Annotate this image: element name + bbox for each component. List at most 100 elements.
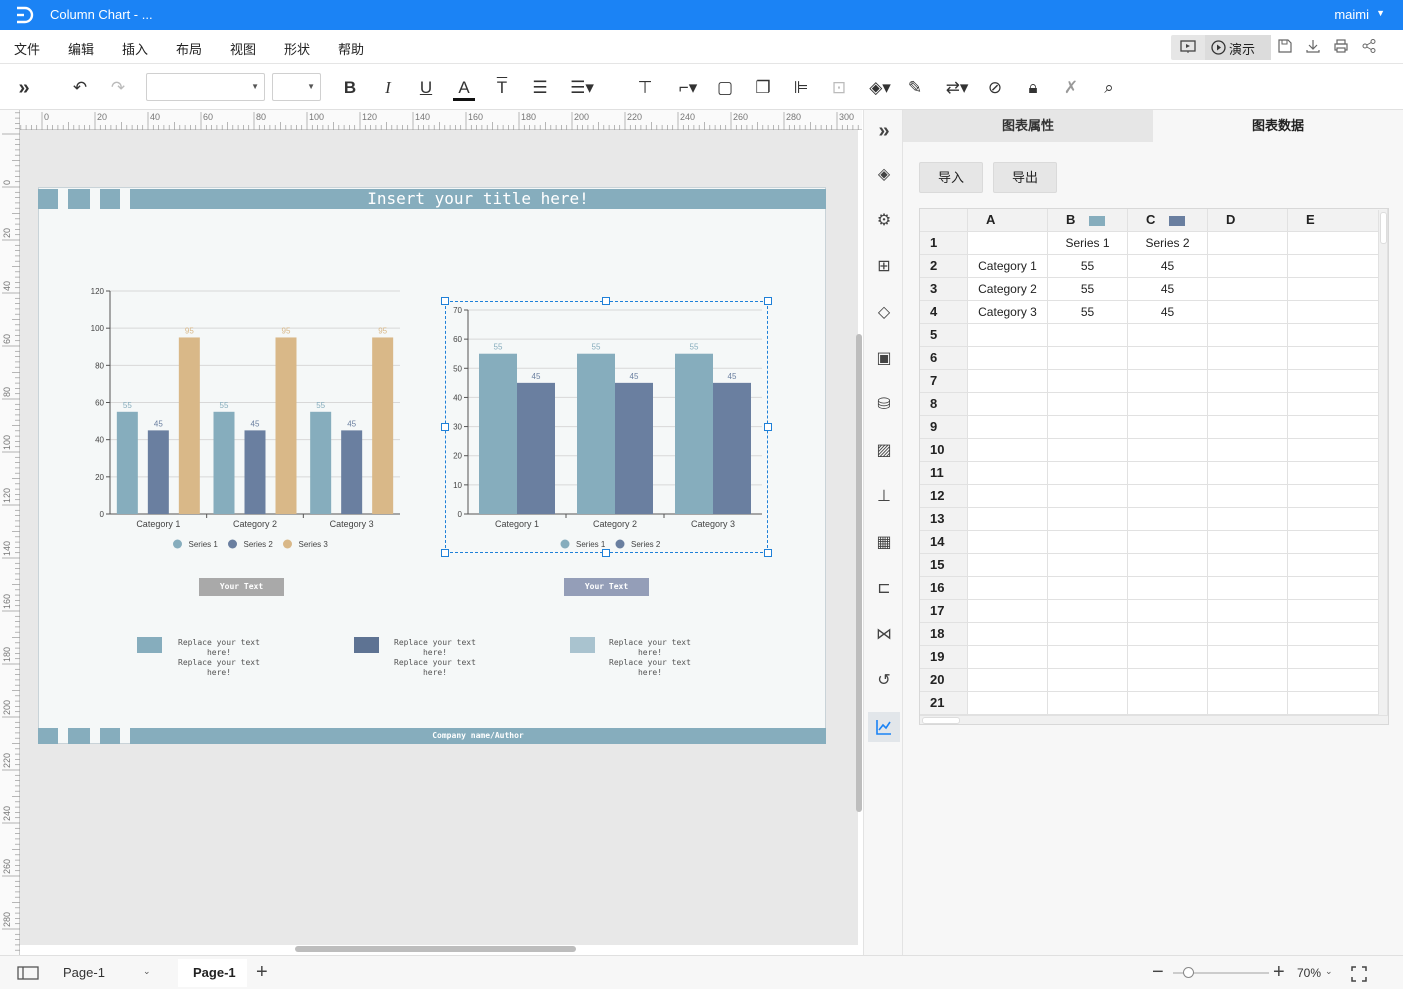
resize-handle[interactable] [441,297,449,305]
menu-layout[interactable]: 布局 [176,39,202,58]
row-header[interactable]: 17 [920,600,968,623]
menu-shape[interactable]: 形状 [284,39,310,58]
table-cell[interactable] [1208,255,1288,278]
table-cell[interactable]: 55 [1048,301,1128,324]
line-spacing-icon[interactable]: ☰▾ [567,77,597,99]
data-grid[interactable]: A B C D E 1 Series 1 Series 2 2 Category 1 55 45 3 Ca… [919,208,1389,725]
pen-icon[interactable]: ✎ [904,77,926,99]
table-cell[interactable] [1208,600,1288,623]
table-cell[interactable] [1288,439,1388,462]
font-family-select[interactable]: ▼ [146,73,265,101]
search-icon[interactable]: ⌕ [1098,77,1120,99]
connector-icon[interactable]: ⌐▾ [674,77,702,99]
grid-vertical-scrollbar[interactable] [1378,210,1387,715]
presentation-icon[interactable]: ▣ [873,348,895,370]
row-header[interactable]: 3 [920,278,968,301]
table-cell[interactable] [1128,508,1208,531]
table-cell[interactable] [1208,531,1288,554]
row-header[interactable]: 19 [920,646,968,669]
table-cell[interactable] [1288,600,1388,623]
chart-tool-active[interactable] [868,712,900,742]
page-selector[interactable]: Page-1 [63,965,105,980]
table-cell[interactable] [1128,370,1208,393]
table-cell[interactable] [1128,347,1208,370]
import-button[interactable]: 导入 [919,162,983,193]
app-logo-icon[interactable] [14,5,36,25]
tools-icon[interactable]: ✗ [1060,77,1082,99]
legend-swatch[interactable] [570,637,595,653]
table-cell[interactable] [968,393,1048,416]
lock-icon[interactable]: 🔒︎ [1022,77,1044,99]
table-cell[interactable] [968,232,1048,255]
row-header[interactable]: 12 [920,485,968,508]
table-cell[interactable] [1128,669,1208,692]
table-cell[interactable]: 45 [1128,301,1208,324]
table-cell[interactable] [1288,324,1388,347]
row-header[interactable]: 18 [920,623,968,646]
table-cell[interactable] [968,623,1048,646]
table-cell[interactable] [1048,416,1128,439]
tab-chart-properties[interactable]: 图表属性 [903,110,1153,142]
table-cell[interactable] [1048,370,1128,393]
legend-swatch[interactable] [354,637,379,653]
table-cell[interactable] [1208,462,1288,485]
table-cell[interactable] [1288,393,1388,416]
grid-horizontal-scrollbar[interactable] [920,715,1388,724]
menu-help[interactable]: 帮助 [338,39,364,58]
zoom-slider-thumb[interactable] [1183,967,1194,978]
table-cell[interactable] [968,646,1048,669]
table-cell[interactable] [1288,692,1388,715]
chevron-down-icon[interactable]: ⌄ [1325,966,1333,977]
table-cell[interactable] [968,669,1048,692]
text-box-icon[interactable]: ⊤ [634,77,656,99]
table-cell[interactable] [1288,370,1388,393]
table-cell[interactable] [1128,462,1208,485]
underline-icon[interactable]: U [415,77,437,99]
menu-file[interactable]: 文件 [14,39,40,58]
table-cell[interactable] [1128,485,1208,508]
resize-handle[interactable] [441,549,449,557]
text-style-icon[interactable]: T [491,77,513,99]
table-cell[interactable] [968,416,1048,439]
table-cell[interactable] [1048,531,1128,554]
table-cell[interactable] [1208,439,1288,462]
table-cell[interactable] [1288,554,1388,577]
expand-panel-icon[interactable]: » [13,77,35,99]
table-cell[interactable] [1048,577,1128,600]
table-cell[interactable] [1128,324,1208,347]
column-header[interactable]: B [1048,209,1128,232]
org-chart-icon[interactable]: ⊥ [873,486,895,508]
table-cell[interactable] [968,347,1048,370]
table-cell[interactable] [1208,577,1288,600]
resize-handle[interactable] [602,297,610,305]
table-cell[interactable] [1208,623,1288,646]
legend-text[interactable]: Replace your text here! Replace your text h… [601,638,699,678]
resize-handle[interactable] [764,423,772,431]
table-cell[interactable] [1288,462,1388,485]
table-cell[interactable] [1208,692,1288,715]
row-header[interactable]: 4 [920,301,968,324]
slideshow-icon[interactable] [1180,40,1196,54]
table-cell[interactable] [1128,623,1208,646]
table-cell[interactable] [1288,531,1388,554]
fill-bucket-icon[interactable]: ◈ [873,164,895,186]
group-icon[interactable]: ⊡ [828,77,850,99]
table-cell[interactable] [1048,554,1128,577]
zoom-in-icon[interactable]: + [1273,961,1285,984]
mind-map-icon[interactable]: ⋈ [873,624,895,646]
table-cell[interactable]: 55 [1048,278,1128,301]
save-icon[interactable] [1277,38,1293,54]
table-icon[interactable]: ▦ [873,532,895,554]
table-cell[interactable] [1048,462,1128,485]
table-cell[interactable] [968,531,1048,554]
menu-view[interactable]: 视图 [230,39,256,58]
table-cell[interactable]: Category 1 [968,255,1048,278]
legend-text[interactable]: Replace your text here! Replace your text h… [386,638,484,678]
table-cell[interactable] [1128,577,1208,600]
align-icon[interactable]: ☰ [529,77,551,99]
download-icon[interactable] [1305,38,1321,54]
table-cell[interactable] [1048,324,1128,347]
column-header[interactable]: E [1288,209,1388,232]
table-cell[interactable] [1208,370,1288,393]
table-cell[interactable] [1288,623,1388,646]
